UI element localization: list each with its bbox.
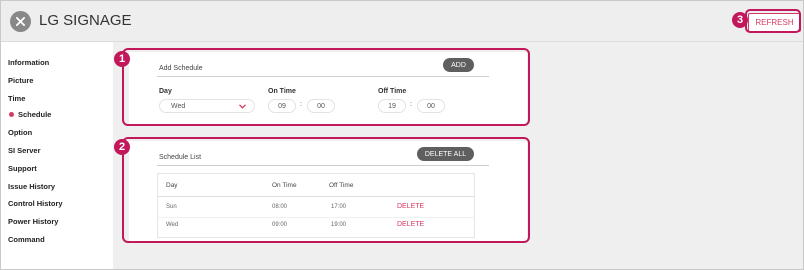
close-icon bbox=[16, 17, 25, 26]
app-header: LG SIGNAGE REFRESH bbox=[1, 1, 803, 41]
sidebar-item-option[interactable]: Option bbox=[8, 128, 32, 137]
sidebar-item-information[interactable]: Information bbox=[8, 58, 49, 67]
sidebar: Information Picture Time Schedule Option… bbox=[1, 41, 113, 269]
sidebar-item-schedule[interactable]: Schedule bbox=[18, 110, 51, 119]
callout-box-refresh bbox=[745, 9, 801, 33]
sidebar-item-issue-history[interactable]: Issue History bbox=[8, 182, 55, 191]
sidebar-item-support[interactable]: Support bbox=[8, 164, 37, 173]
sidebar-item-command[interactable]: Command bbox=[8, 235, 45, 244]
sidebar-item-time[interactable]: Time bbox=[8, 94, 25, 103]
close-button[interactable] bbox=[10, 11, 31, 32]
app-title: LG SIGNAGE bbox=[39, 12, 132, 29]
callout-box-schedule-list bbox=[122, 137, 530, 243]
sidebar-item-power-history[interactable]: Power History bbox=[8, 217, 58, 226]
sidebar-item-si-server[interactable]: SI Server bbox=[8, 146, 41, 155]
callout-badge-2: 2 bbox=[114, 139, 130, 155]
sidebar-item-control-history[interactable]: Control History bbox=[8, 199, 63, 208]
callout-badge-1: 1 bbox=[114, 51, 130, 67]
active-indicator-dot bbox=[9, 112, 14, 117]
sidebar-item-picture[interactable]: Picture bbox=[8, 76, 33, 85]
callout-badge-3: 3 bbox=[732, 12, 748, 28]
callout-box-add-schedule bbox=[122, 48, 530, 126]
